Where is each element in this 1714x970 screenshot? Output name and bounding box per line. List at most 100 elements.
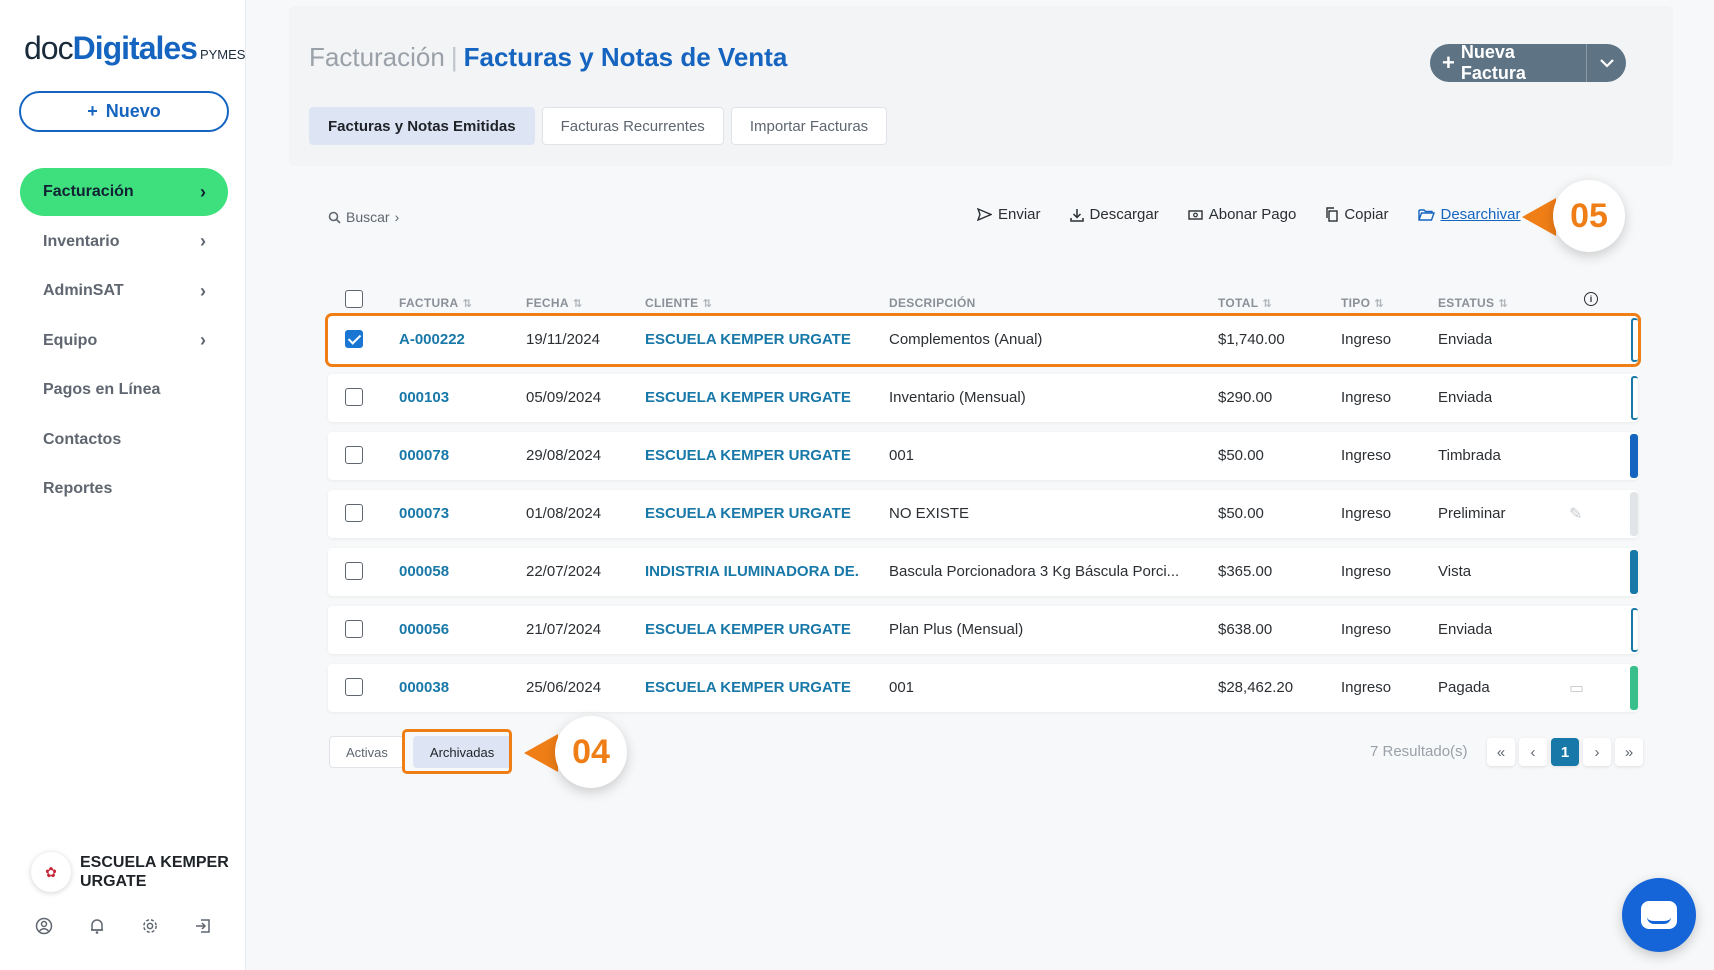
filter-activas[interactable]: Activas <box>329 736 405 768</box>
row-checkbox[interactable] <box>345 446 363 464</box>
sort-icon: ⇅ <box>1262 298 1272 310</box>
column-header-factura[interactable]: FACTURA ⇅ <box>399 296 472 310</box>
sidebar-item-equipo[interactable]: Equipo › <box>20 317 228 365</box>
last-page-button[interactable]: » <box>1615 738 1643 766</box>
breadcrumb-separator: | <box>450 42 458 72</box>
row-checkbox[interactable] <box>345 678 363 696</box>
brand-logo[interactable]: docDigitales PYMES <box>24 30 245 67</box>
status-indicator <box>1631 318 1638 362</box>
gear-icon[interactable] <box>140 916 160 936</box>
cell-descripcion: 001 <box>889 679 915 696</box>
table-row[interactable]: 000078 29/08/2024 ESCUELA KEMPER URGATE 001… <box>328 432 1638 480</box>
sidebar-item-reportes[interactable]: Reportes <box>20 465 228 513</box>
organization-switcher[interactable]: ✿ ESCUELA KEMPER URGATE <box>31 852 230 892</box>
cell-estatus: Preliminar <box>1438 505 1506 522</box>
cell-tipo: Ingreso <box>1341 447 1392 464</box>
cell-cliente[interactable]: ESCUELA KEMPER URGATE <box>645 505 851 522</box>
info-icon[interactable]: i <box>1584 292 1598 306</box>
cell-cliente[interactable]: ESCUELA KEMPER URGATE <box>645 331 851 348</box>
send-label: Enviar <box>998 206 1041 223</box>
payment-icon <box>1188 209 1203 220</box>
cell-cliente[interactable]: ESCUELA KEMPER URGATE <box>645 621 851 638</box>
sidebar-item-adminsat[interactable]: AdminSAT › <box>20 267 228 315</box>
send-button[interactable]: Enviar <box>977 206 1041 223</box>
row-checkbox[interactable] <box>345 504 363 522</box>
prev-page-button[interactable]: ‹ <box>1519 738 1547 766</box>
cash-icon[interactable]: ▭ <box>1569 678 1584 698</box>
table-row[interactable]: 000073 01/08/2024 ESCUELA KEMPER URGATE NO … <box>328 490 1638 538</box>
step-callout-04: 04 <box>555 716 627 788</box>
bell-icon[interactable] <box>87 916 107 936</box>
cell-estatus: Enviada <box>1438 331 1493 348</box>
plus-icon: + <box>1442 50 1455 75</box>
cell-factura[interactable]: 000058 <box>399 563 449 580</box>
pagination: « ‹ 1 › » <box>1487 738 1643 766</box>
pay-label: Abonar Pago <box>1208 206 1297 223</box>
new-invoice-button[interactable]: + Nueva Factura <box>1430 44 1586 82</box>
table-row[interactable]: 000056 21/07/2024 ESCUELA KEMPER URGATE Pla… <box>328 606 1638 654</box>
copy-icon <box>1326 207 1339 222</box>
cell-factura[interactable]: 000038 <box>399 679 449 696</box>
column-header-estatus[interactable]: ESTATUS ⇅ <box>1438 296 1508 310</box>
new-button[interactable]: + Nuevo <box>19 91 229 132</box>
user-circle-icon[interactable] <box>34 916 54 936</box>
copy-button[interactable]: Copiar <box>1325 206 1389 223</box>
column-header-cliente[interactable]: CLIENTE ⇅ <box>645 296 712 310</box>
page-button-current[interactable]: 1 <box>1551 738 1579 766</box>
cell-factura[interactable]: 000078 <box>399 447 449 464</box>
column-header-total[interactable]: TOTAL ⇅ <box>1218 296 1272 310</box>
sidebar-item-contactos[interactable]: Contactos <box>20 416 228 464</box>
cell-total: $365.00 <box>1218 563 1273 580</box>
sidebar-item-inventario[interactable]: Inventario › <box>20 218 228 266</box>
next-page-button[interactable]: › <box>1583 738 1611 766</box>
cell-fecha: 05/09/2024 <box>526 389 602 406</box>
cell-fecha: 22/07/2024 <box>526 563 602 580</box>
column-header-descripcion: DESCRIPCIÓN <box>889 296 976 310</box>
cell-cliente[interactable]: ESCUELA KEMPER URGATE <box>645 447 851 464</box>
column-header-tipo[interactable]: TIPO ⇅ <box>1341 296 1384 310</box>
tab-facturas-emitidas[interactable]: Facturas y Notas Emitidas <box>309 107 535 145</box>
search-toggle[interactable]: Buscar › <box>328 209 399 225</box>
cell-factura[interactable]: A-000222 <box>399 331 465 348</box>
column-header-fecha[interactable]: FECHA ⇅ <box>526 296 582 310</box>
cell-factura[interactable]: 000056 <box>399 621 449 638</box>
cell-cliente[interactable]: ESCUELA KEMPER URGATE <box>645 679 851 696</box>
tab-importar-facturas[interactable]: Importar Facturas <box>730 107 888 145</box>
sidebar-item-facturacion[interactable]: Facturación › <box>20 168 228 216</box>
row-checkbox[interactable] <box>345 330 363 348</box>
row-checkbox[interactable] <box>345 562 363 580</box>
sort-icon: ⇅ <box>572 298 583 310</box>
tab-facturas-recurrentes[interactable]: Facturas Recurrentes <box>541 107 724 145</box>
status-indicator <box>1630 434 1638 478</box>
search-label: Buscar <box>346 209 390 225</box>
cell-factura[interactable]: 000103 <box>399 389 449 406</box>
highlight-box <box>402 729 512 774</box>
table-row[interactable]: 000058 22/07/2024 INDISTRIA ILUMINADORA DE… <box>328 548 1638 596</box>
breadcrumb[interactable]: Facturación <box>309 42 445 72</box>
cell-factura[interactable]: 000073 <box>399 505 449 522</box>
table-row[interactable]: 000038 25/06/2024 ESCUELA KEMPER URGATE 001… <box>328 664 1638 712</box>
download-button[interactable]: Descargar <box>1069 206 1159 223</box>
page-title-current: Facturas y Notas de Venta <box>463 42 788 72</box>
sort-icon: ⇅ <box>1374 298 1384 310</box>
unarchive-button[interactable]: Desarchivar <box>1417 206 1521 223</box>
table-row[interactable]: A-000222 19/11/2024 ESCUELA KEMPER URGATE C… <box>328 316 1638 364</box>
cell-tipo: Ingreso <box>1341 505 1392 522</box>
chat-icon <box>1641 901 1677 929</box>
chat-button[interactable] <box>1622 878 1696 952</box>
row-checkbox[interactable] <box>345 620 363 638</box>
cell-cliente[interactable]: INDISTRIA ILUMINADORA DE... <box>645 563 860 580</box>
sidebar-item-pagos-en-linea[interactable]: Pagos en Línea <box>20 366 228 414</box>
cell-cliente[interactable]: ESCUELA KEMPER URGATE <box>645 389 851 406</box>
logout-icon[interactable] <box>193 916 213 936</box>
new-invoice-dropdown-button[interactable] <box>1586 44 1626 82</box>
select-all-checkbox[interactable] <box>345 290 363 308</box>
cell-descripcion: 001 <box>889 447 915 464</box>
row-checkbox[interactable] <box>345 388 363 406</box>
table-row[interactable]: 000103 05/09/2024 ESCUELA KEMPER URGATE Inv… <box>328 374 1638 422</box>
first-page-button[interactable]: « <box>1487 738 1515 766</box>
download-icon <box>1069 208 1084 222</box>
pay-button[interactable]: Abonar Pago <box>1188 206 1297 223</box>
pencil-icon[interactable]: ✎ <box>1569 504 1582 524</box>
sidebar-item-label: Reportes <box>43 480 113 497</box>
